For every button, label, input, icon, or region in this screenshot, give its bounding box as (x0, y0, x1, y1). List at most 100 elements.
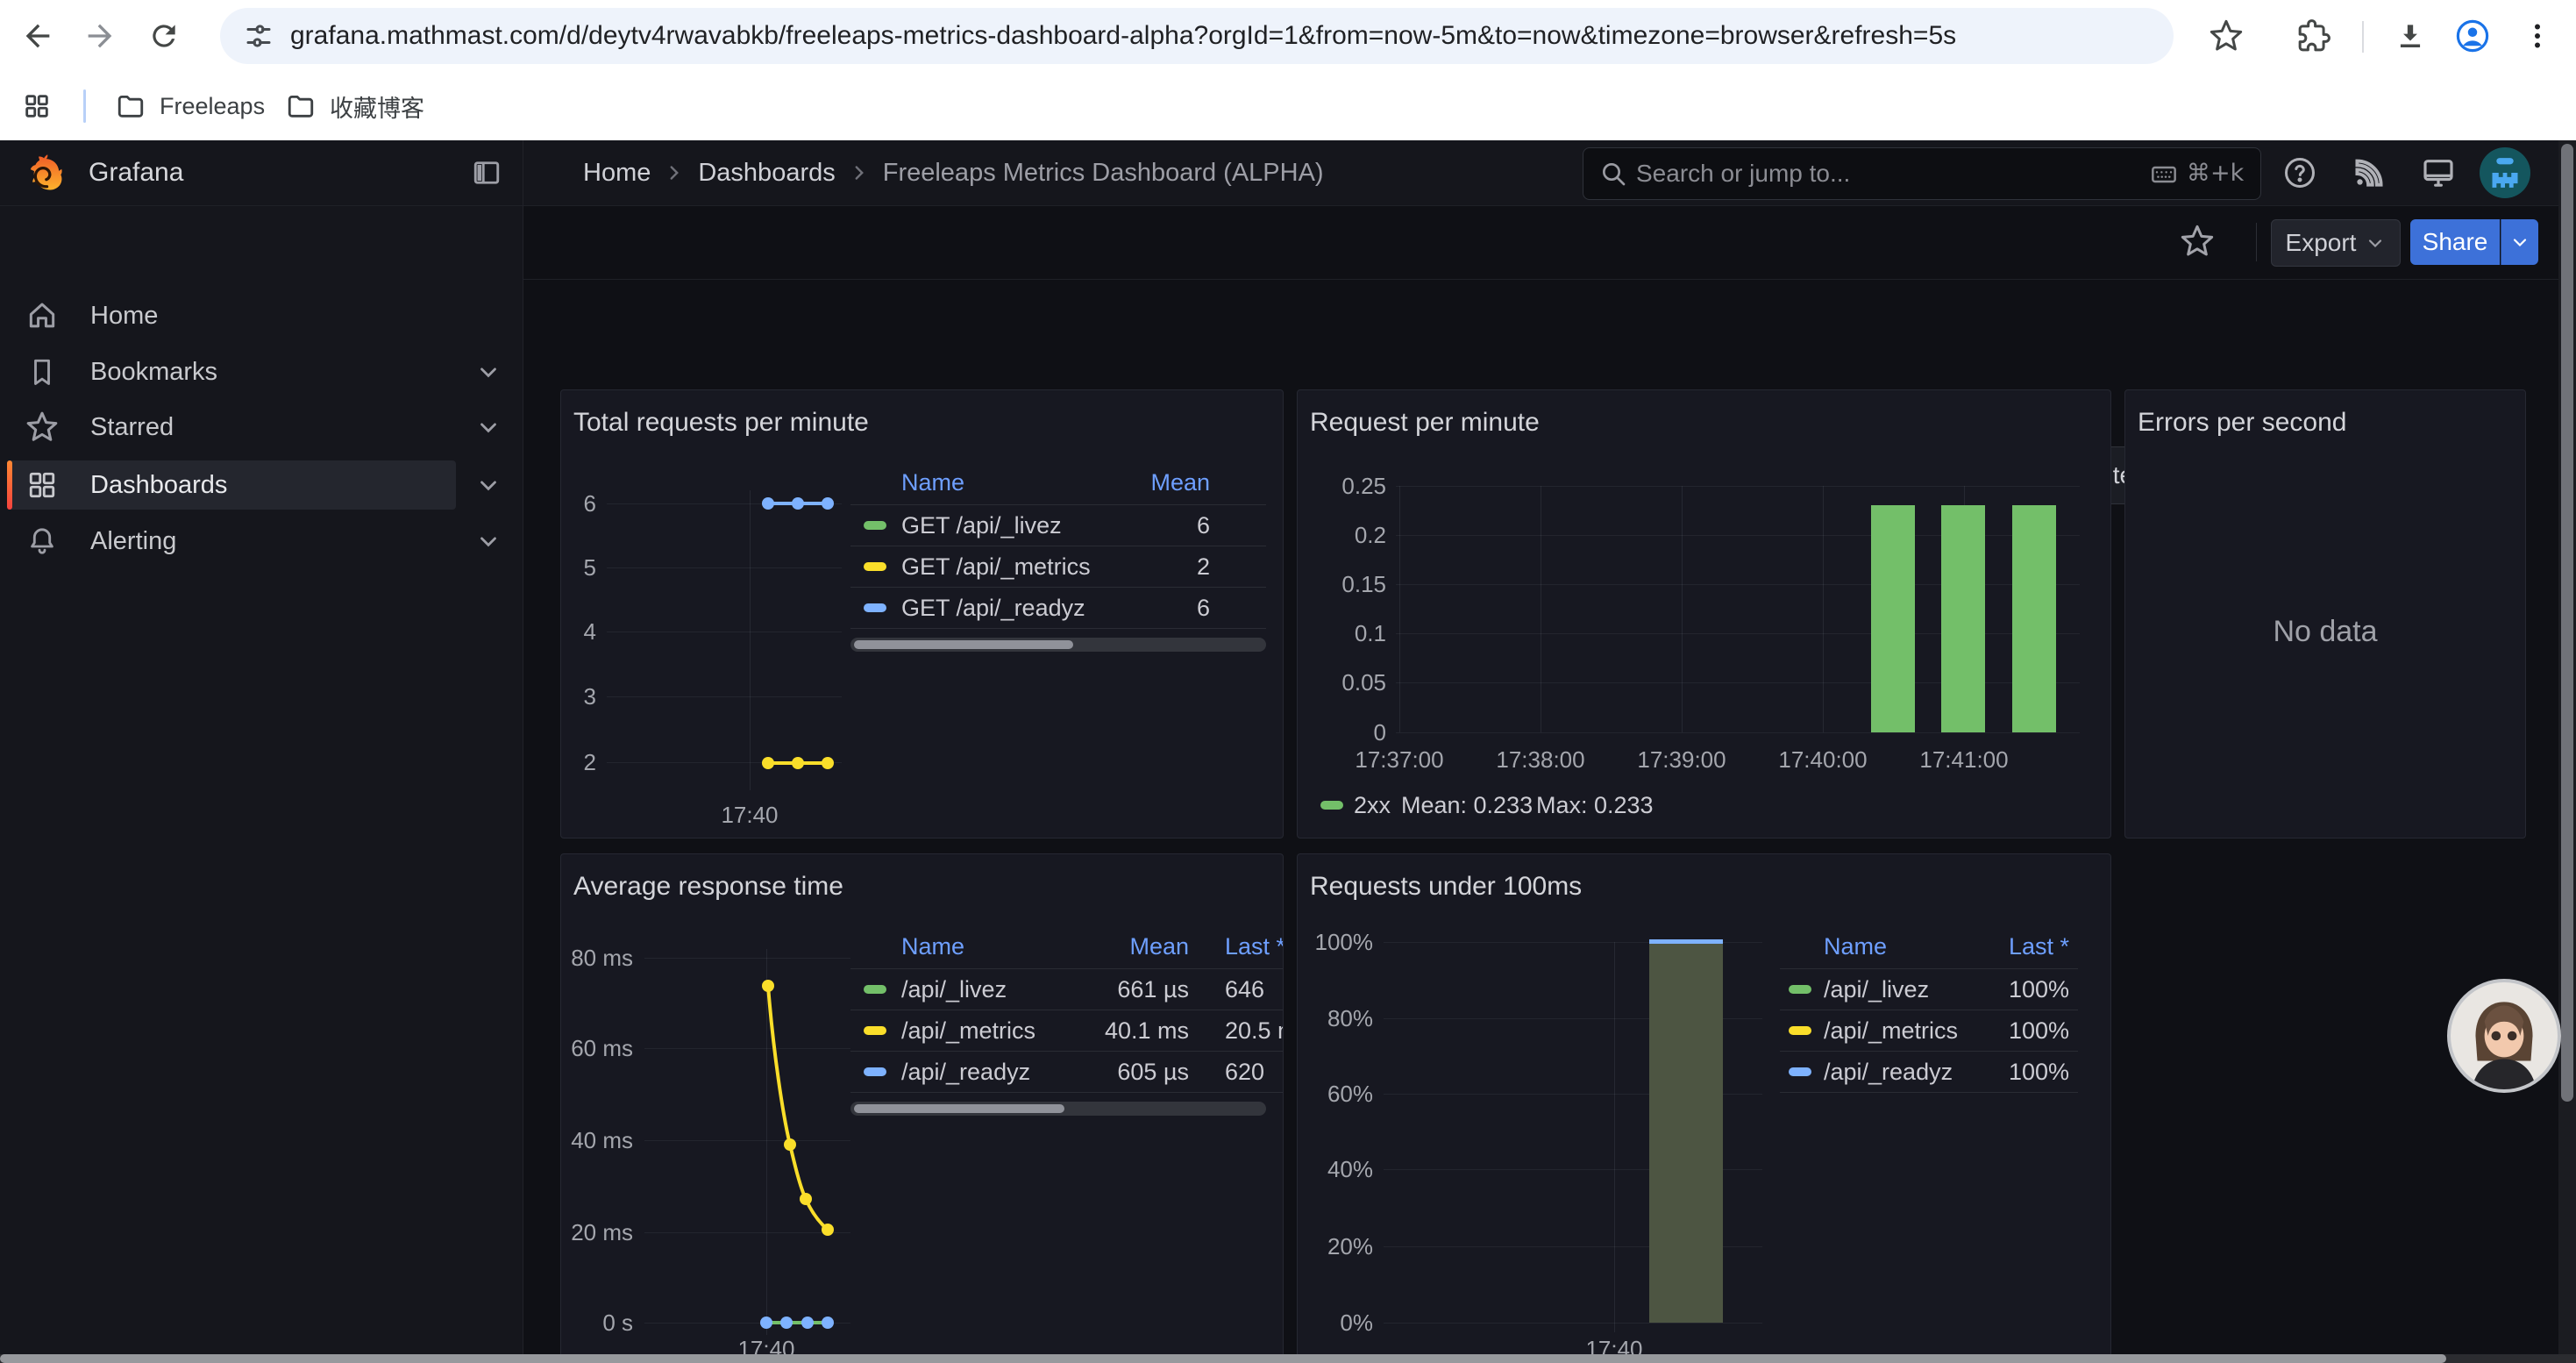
legend-header-mean[interactable]: Mean (1057, 931, 1189, 961)
legend-header-mean[interactable]: Mean (1078, 467, 1210, 497)
bar-2xx (1941, 505, 1985, 732)
legend-scrollbar-track[interactable] (850, 638, 1266, 652)
breadcrumb-home[interactable]: Home (583, 159, 651, 188)
gridline-17-40 (750, 490, 751, 790)
legend-name[interactable]: /api/_readyz (901, 1057, 1030, 1087)
legend-scrollbar-thumb[interactable] (854, 640, 1073, 649)
chevron-down-icon[interactable] (469, 522, 508, 560)
legend-chip[interactable] (1320, 801, 1343, 810)
panel-title[interactable]: Errors per second (2138, 408, 2346, 438)
legend-header-name[interactable]: Name (901, 931, 964, 961)
news-rss-icon[interactable] (2348, 153, 2390, 193)
chevron-down-icon[interactable] (469, 466, 508, 504)
legend-name[interactable]: /api/_readyz (1824, 1057, 1953, 1087)
back-icon[interactable] (18, 17, 57, 55)
horizontal-scrollbar-thumb[interactable] (0, 1354, 2446, 1363)
share-menu-button[interactable] (2501, 219, 2538, 265)
legend-name[interactable]: /api/_livez (901, 974, 1007, 1004)
legend-chip[interactable] (864, 562, 886, 571)
legend-chip[interactable] (1789, 1026, 1811, 1035)
legend-value: 6 (1078, 510, 1210, 540)
bar-2xx (1871, 505, 1915, 732)
legend-scrollbar-thumb[interactable] (854, 1104, 1064, 1113)
sidebar-item-label: Home (90, 291, 158, 340)
browser-menu-icon[interactable] (2518, 17, 2557, 55)
legend-mean-stat: Mean: 0.233 (1401, 790, 1533, 820)
breadcrumb-dashboards[interactable]: Dashboards (698, 159, 835, 188)
chevron-down-icon[interactable] (469, 408, 508, 446)
y-tick: 4 (561, 617, 596, 646)
profile-avatar-icon[interactable] (2451, 17, 2494, 55)
gridline (1823, 486, 1824, 732)
help-icon[interactable] (2279, 153, 2321, 193)
search-icon (1596, 156, 1631, 191)
url-text[interactable]: grafana.mathmast.com/d/deytv4rwavabkb/fr… (290, 8, 1956, 64)
legend-name[interactable]: 2xx (1354, 790, 1391, 820)
legend-chip[interactable] (864, 521, 886, 530)
floating-assistant-avatar[interactable] (2447, 979, 2561, 1093)
forward-icon[interactable] (81, 17, 119, 55)
url-bar[interactable]: grafana.mathmast.com/d/deytv4rwavabkb/fr… (220, 8, 2174, 64)
y-tick: 0 (1316, 718, 1386, 746)
legend-chip[interactable] (864, 1026, 886, 1035)
legend-name[interactable]: GET /api/_readyz (901, 593, 1085, 623)
export-label: Export (2286, 229, 2357, 257)
legend-header-last[interactable]: Last * (1938, 931, 2069, 961)
data-point (792, 757, 804, 769)
legend-chip[interactable] (864, 1067, 886, 1076)
legend-chip[interactable] (864, 603, 886, 612)
gridline (1396, 486, 2080, 487)
site-info-icon[interactable] (239, 17, 278, 55)
vertical-scrollbar-track[interactable] (2558, 140, 2576, 1363)
sidebar-item-alerting[interactable]: Alerting (0, 517, 523, 566)
legend-header-name[interactable]: Name (901, 467, 964, 497)
legend-name[interactable]: /api/_metrics (901, 1016, 1035, 1045)
legend-name[interactable]: GET /api/_livez (901, 510, 1062, 540)
y-tick: 3 (561, 682, 596, 710)
legend-chip[interactable] (864, 985, 886, 994)
sidebar-item-home[interactable]: Home (0, 291, 523, 340)
keyboard-icon (2146, 159, 2181, 190)
no-data-message: No data (2125, 615, 2525, 649)
monitor-icon[interactable] (2417, 153, 2459, 193)
sidebar-item-bookmarks[interactable]: Bookmarks (0, 347, 523, 396)
bookmark-star-icon[interactable] (2207, 17, 2245, 55)
chevron-down-icon[interactable] (469, 353, 508, 391)
brand-name[interactable]: Grafana (89, 140, 183, 205)
legend-chip[interactable] (1789, 1067, 1811, 1076)
toggle-sidebar-icon[interactable] (467, 153, 506, 192)
extensions-icon[interactable] (2295, 17, 2333, 55)
y-tick: 0.25 (1316, 472, 1386, 500)
apps-grid-icon[interactable] (18, 87, 56, 125)
folder-icon (286, 91, 316, 121)
bookmark-folder-freeleaps[interactable]: Freeleaps (103, 79, 277, 133)
legend-name[interactable]: GET /api/_metrics (901, 552, 1091, 582)
legend-separator (1780, 1051, 2078, 1052)
user-avatar[interactable] (2480, 147, 2530, 198)
panel-title[interactable]: Total requests per minute (573, 408, 869, 438)
share-label: Share (2423, 228, 2488, 256)
sidebar-item-dashboards[interactable]: Dashboards (0, 460, 523, 510)
reload-icon[interactable] (145, 17, 183, 55)
export-button[interactable]: Export (2271, 219, 2401, 267)
bookmark-folder-blogs[interactable]: 收藏博客 (274, 79, 437, 133)
toolbar-divider (2256, 223, 2257, 261)
vertical-scrollbar-thumb[interactable] (2561, 144, 2573, 1102)
sidebar-item-label: Starred (90, 403, 174, 452)
favorite-star-icon[interactable] (2177, 221, 2217, 261)
legend-chip[interactable] (1789, 985, 1811, 994)
legend-scrollbar-track[interactable] (850, 1102, 1266, 1116)
sidebar-item-starred[interactable]: Starred (0, 403, 523, 452)
search-input[interactable]: Search or jump to... ⌘+k (1583, 147, 2261, 200)
legend-header-last[interactable]: Last * (1225, 931, 1284, 961)
horizontal-scrollbar-track[interactable] (0, 1354, 2576, 1363)
dashboards-grid-icon (23, 466, 61, 504)
download-icon[interactable] (2391, 17, 2430, 55)
grafana-logo-icon[interactable] (26, 153, 67, 193)
share-button[interactable]: Share (2410, 219, 2500, 265)
legend-name[interactable]: /api/_livez (1824, 974, 1929, 1004)
panel-title[interactable]: Request per minute (1310, 408, 1540, 438)
active-item-highlight (7, 460, 456, 510)
panel-title[interactable]: Requests under 100ms (1310, 872, 1582, 902)
legend-header-name[interactable]: Name (1824, 931, 1887, 961)
